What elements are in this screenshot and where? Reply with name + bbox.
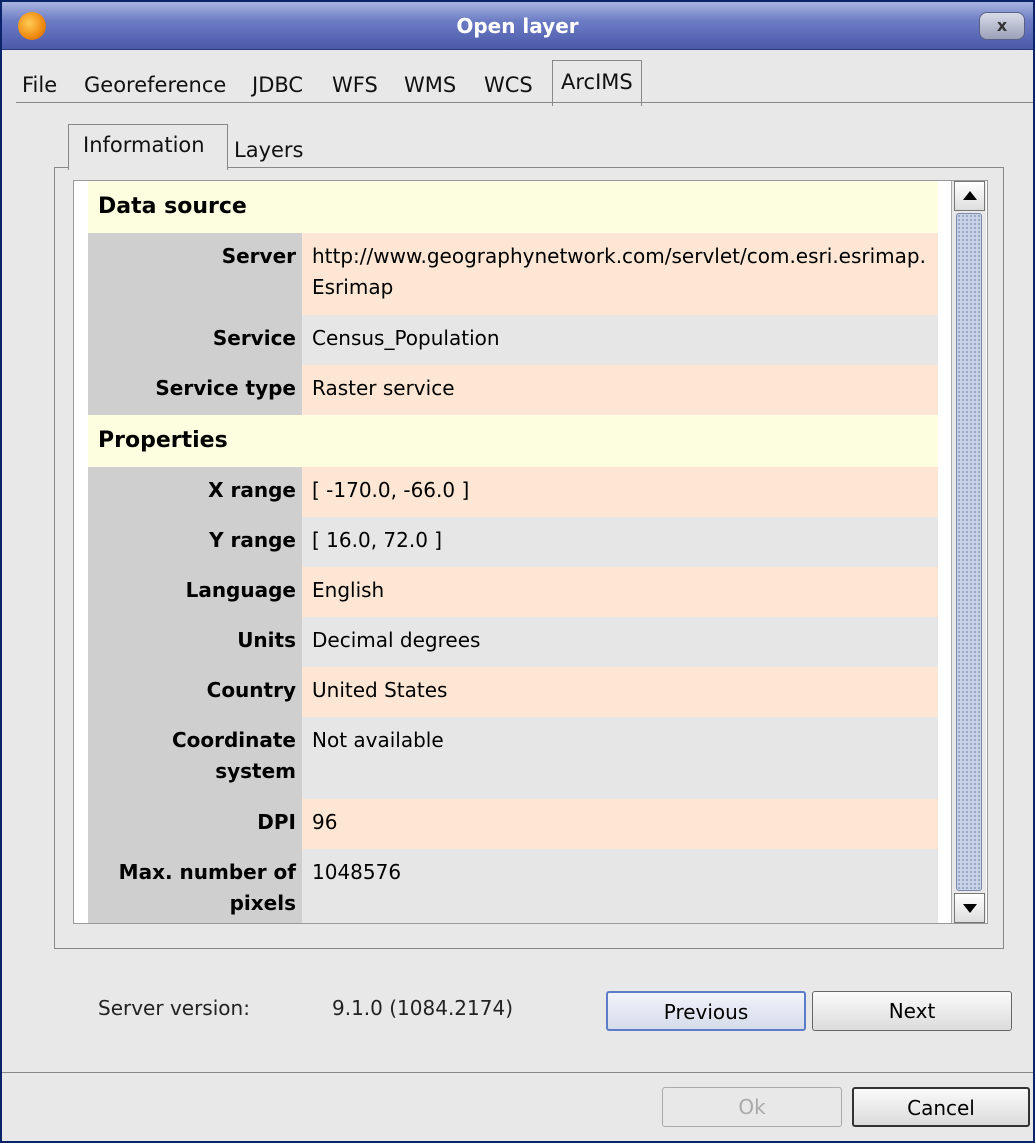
info-value: English xyxy=(302,567,938,617)
server-version-value: 9.1.0 (1084.2174) xyxy=(332,996,514,1020)
info-row-max-pixels: Max. number of pixels 1048576 xyxy=(88,849,938,923)
title-bar: Open layer x xyxy=(2,2,1033,50)
info-row-country: Country United States xyxy=(88,667,938,717)
scrollbar-thumb[interactable] xyxy=(956,213,982,891)
info-label: Units xyxy=(88,617,302,667)
scroll-down-arrow-icon[interactable] xyxy=(954,893,985,923)
info-value: 96 xyxy=(302,799,938,849)
tab-jdbc[interactable]: JDBC xyxy=(252,66,303,104)
data-source-heading: Data source xyxy=(88,181,938,233)
info-row-y-range: Y range [ 16.0, 72.0 ] xyxy=(88,517,938,567)
info-value: http://www.geographynetwork.com/servlet/… xyxy=(302,233,938,315)
close-button[interactable]: x xyxy=(979,12,1025,40)
info-label: Service xyxy=(88,315,302,365)
info-label: Server xyxy=(88,233,302,315)
info-label: Coordinate system xyxy=(88,717,302,799)
info-row-service-type: Service type Raster service xyxy=(88,365,938,415)
info-label: Service type xyxy=(88,365,302,415)
tab-arcims[interactable]: ArcIMS xyxy=(552,60,642,106)
info-row-x-range: X range [ -170.0, -66.0 ] xyxy=(88,467,938,517)
info-row-service: Service Census_Population xyxy=(88,315,938,365)
properties-heading: Properties xyxy=(88,415,938,467)
tab-information[interactable]: Information xyxy=(68,124,228,170)
vertical-scrollbar[interactable] xyxy=(951,181,986,923)
tab-wfs[interactable]: WFS xyxy=(332,66,378,104)
info-label: Max. number of pixels xyxy=(88,849,302,923)
info-row-units: Units Decimal degrees xyxy=(88,617,938,667)
tab-divider xyxy=(16,102,1033,103)
info-label: Country xyxy=(88,667,302,717)
info-value: Decimal degrees xyxy=(302,617,938,667)
next-button[interactable]: Next xyxy=(812,991,1012,1031)
information-table: Data source Server http://www.geographyn… xyxy=(88,181,938,923)
cancel-button[interactable]: Cancel xyxy=(852,1087,1030,1127)
ok-button[interactable]: Ok xyxy=(662,1087,842,1127)
window-title: Open layer xyxy=(456,14,579,38)
info-row-server: Server http://www.geographynetwork.com/s… xyxy=(88,233,938,315)
info-label: Y range xyxy=(88,517,302,567)
tab-georeference[interactable]: Georeference xyxy=(84,66,226,104)
info-value: [ -170.0, -66.0 ] xyxy=(302,467,938,517)
scroll-up-arrow-icon[interactable] xyxy=(954,181,985,211)
tab-layers[interactable]: Layers xyxy=(234,130,304,170)
info-row-language: Language English xyxy=(88,567,938,617)
info-label: DPI xyxy=(88,799,302,849)
info-value: [ 16.0, 72.0 ] xyxy=(302,517,938,567)
info-value: Not available xyxy=(302,717,938,799)
info-label: Language xyxy=(88,567,302,617)
tab-file[interactable]: File xyxy=(22,66,57,104)
previous-button[interactable]: Previous xyxy=(606,991,806,1031)
info-row-dpi: DPI 96 xyxy=(88,799,938,849)
info-label: X range xyxy=(88,467,302,517)
server-version-label: Server version: xyxy=(98,996,250,1020)
tab-wms[interactable]: WMS xyxy=(404,66,456,104)
footer-divider xyxy=(2,1072,1033,1073)
info-row-coordinate-system: Coordinate system Not available xyxy=(88,717,938,799)
info-value: Raster service xyxy=(302,365,938,415)
information-panel: Data source Server http://www.geographyn… xyxy=(73,180,988,924)
info-value: United States xyxy=(302,667,938,717)
tab-wcs[interactable]: WCS xyxy=(484,66,533,104)
info-value: Census_Population xyxy=(302,315,938,365)
info-value: 1048576 xyxy=(302,849,938,923)
open-layer-window: Open layer x File Georeference JDBC WFS … xyxy=(0,0,1035,1143)
